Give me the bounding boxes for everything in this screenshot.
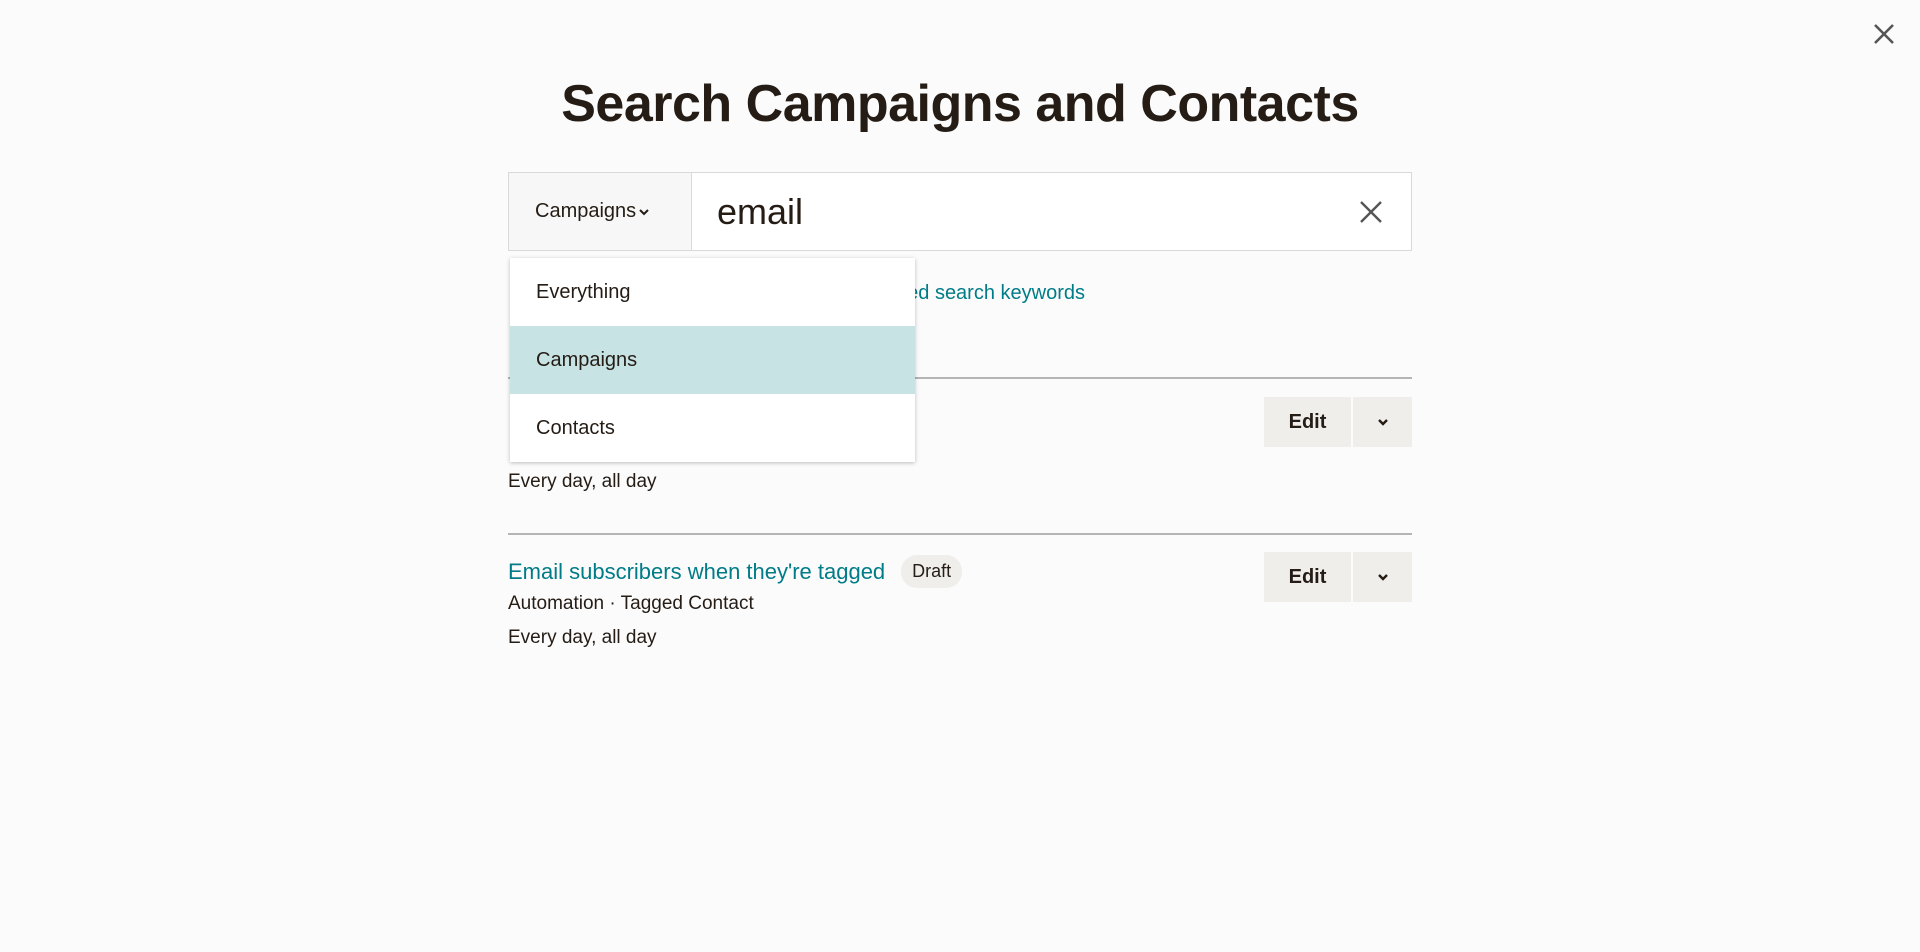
close-icon <box>1360 200 1382 223</box>
chevron-down-icon <box>1377 574 1388 581</box>
edit-button[interactable]: Edit <box>1264 552 1351 602</box>
scope-option-everything[interactable]: Everything <box>510 258 915 326</box>
close-button[interactable] <box>1866 16 1902 52</box>
clear-search-button[interactable] <box>1331 173 1411 250</box>
scope-menu: Everything Campaigns Contacts <box>510 258 915 462</box>
scope-option-contacts[interactable]: Contacts <box>510 394 915 462</box>
result-title-link[interactable]: Email subscribers when they're tagged <box>508 559 885 585</box>
chevron-down-icon <box>1377 419 1388 426</box>
search-bar: Campaigns <box>508 172 1412 251</box>
close-icon <box>1874 24 1894 44</box>
edit-button[interactable]: Edit <box>1264 397 1351 447</box>
scope-option-campaigns[interactable]: Campaigns <box>510 326 915 394</box>
more-options-button[interactable] <box>1353 552 1412 602</box>
search-input[interactable] <box>692 173 1331 250</box>
status-badge: Draft <box>901 555 963 588</box>
scope-selected-label: Campaigns <box>535 200 637 222</box>
more-options-button[interactable] <box>1353 397 1412 447</box>
result-schedule: Every day, all day <box>508 471 657 492</box>
page-title: Search Campaigns and Contacts <box>561 75 1359 133</box>
divider <box>508 533 1412 535</box>
result-schedule: Every day, all day <box>508 627 657 648</box>
scope-dropdown[interactable]: Campaigns <box>509 173 692 250</box>
result-meta: Automation · Tagged Contact <box>508 593 754 614</box>
result-title-row: Email subscribers when they're tagged Dr… <box>508 555 963 588</box>
chevron-down-icon <box>639 208 649 215</box>
